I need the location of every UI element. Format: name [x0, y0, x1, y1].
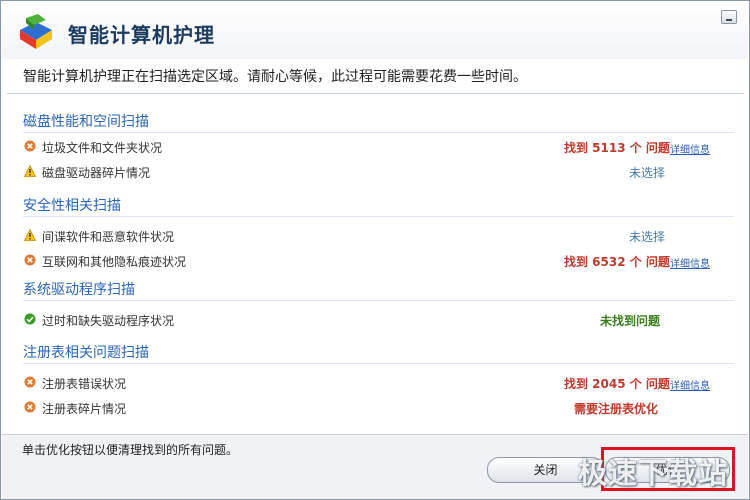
error-x-icon	[24, 140, 36, 152]
item-label-registry-errors: 注册表错误状况	[42, 377, 127, 391]
details-link-privacy-traces[interactable]: 详细信息	[670, 255, 710, 270]
details-link-registry-errors[interactable]: 详细信息	[670, 377, 710, 392]
status-spyware: 未选择	[629, 230, 666, 244]
divider	[23, 216, 734, 217]
error-x-icon	[24, 401, 36, 413]
section-title-drivers: 系统驱动程序扫描	[23, 282, 135, 298]
section-title-security: 安全性相关扫描	[23, 198, 121, 214]
minimize-button[interactable]	[721, 10, 737, 24]
divider	[23, 300, 734, 301]
warning-icon	[24, 165, 36, 177]
status-registry-fragments: 需要注册表优化	[574, 402, 659, 416]
error-x-icon	[24, 254, 36, 266]
watermark: 极速下载站	[578, 456, 729, 490]
status-junk-files: 找到 5113 个 问题	[564, 141, 670, 155]
details-link-junk-files[interactable]: 详细信息	[670, 141, 710, 156]
item-label-drivers: 过时和缺失驱动程序状况	[42, 314, 175, 328]
warning-icon	[24, 229, 36, 241]
item-label-registry-fragments: 注册表碎片情况	[42, 402, 127, 416]
section-title-registry: 注册表相关问题扫描	[23, 345, 149, 361]
item-label-privacy-traces: 互联网和其他隐私痕迹状况	[42, 255, 187, 269]
divider	[23, 363, 734, 364]
intro-text: 智能计算机护理正在扫描选定区域。请耐心等候，此过程可能需要花费一些时间。	[23, 69, 527, 85]
item-label-spyware: 间谍软件和恶意软件状况	[42, 230, 175, 244]
item-label-disk-fragments: 磁盘驱动器碎片情况	[42, 166, 151, 180]
section-title-disk: 磁盘性能和空间扫描	[23, 114, 149, 130]
status-disk-fragments: 未选择	[629, 166, 666, 180]
title-bar[interactable]: 智能计算机护理	[2, 2, 748, 59]
divider	[23, 132, 734, 133]
status-privacy-traces: 找到 6532 个 问题	[564, 255, 670, 269]
divider	[7, 93, 744, 94]
status-drivers: 未找到问题	[600, 314, 661, 328]
item-label-junk-files: 垃圾文件和文件夹状况	[42, 141, 163, 155]
dialog-window: 智能计算机护理 智能计算机护理正在扫描选定区域。请耐心等候，此过程可能需要花费一…	[0, 0, 750, 500]
status-registry-errors: 找到 2045 个 问题	[564, 377, 670, 391]
app-title: 智能计算机护理	[68, 23, 215, 47]
app-logo-icon	[20, 14, 52, 49]
error-x-icon	[24, 376, 36, 388]
check-icon	[24, 313, 36, 325]
footer-note: 单击优化按钮以便清理找到的所有问题。	[22, 443, 239, 457]
